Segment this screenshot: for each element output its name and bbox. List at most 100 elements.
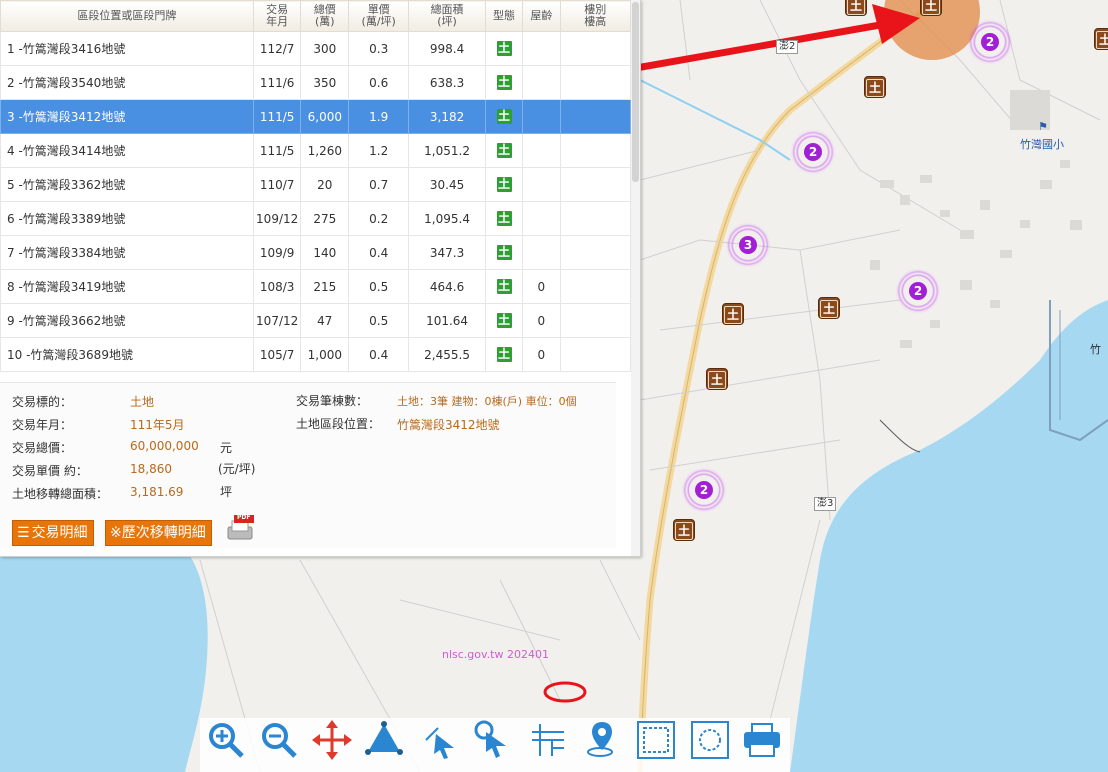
table-row[interactable]: 10 -竹篙灣段3689地號 105/7 1,000 0.4 2,455.5 土 0 — [0, 337, 631, 372]
cell-date: 108/3 — [252, 269, 302, 304]
col-header-address[interactable]: 區段位置或區段門牌 — [0, 0, 254, 32]
detail-label-total: 交易總價： — [12, 441, 73, 455]
land-type-icon[interactable]: 土 — [496, 245, 512, 260]
pan-icon[interactable] — [310, 718, 354, 762]
land-type-icon[interactable]: 土 — [496, 347, 512, 362]
school-icon: ⚑ — [1038, 120, 1048, 133]
table-row[interactable]: 1 -竹篙灣段3416地號 112/7 300 0.3 998.4 土 — [0, 31, 631, 66]
land-type-icon[interactable]: 土 — [496, 143, 512, 158]
cell-address: 2 -竹篙灣段3540地號 — [0, 65, 254, 100]
poi-marker[interactable]: 土 — [845, 0, 867, 16]
cell-type: 土 — [484, 303, 524, 338]
col-header-total[interactable]: 總價 (萬) — [300, 0, 350, 32]
pdf-print-icon[interactable]: PDF — [226, 513, 256, 543]
full-extent-icon[interactable] — [688, 718, 732, 762]
poi-glyph: 土 — [866, 79, 884, 97]
poi-glyph: 土 — [922, 0, 940, 15]
print-icon[interactable] — [740, 718, 784, 762]
road-label: 澎3 — [814, 497, 837, 511]
land-type-icon[interactable]: 土 — [496, 177, 512, 192]
detail-value-area: 3,181.69 — [130, 485, 184, 499]
land-type-icon[interactable]: 土 — [496, 211, 512, 226]
col-header-type[interactable]: 型態 — [484, 0, 524, 32]
transaction-panel: 區段位置或區段門牌 交易 年月 總價 (萬) 單價 (萬/坪) 總面積 (坪) 型態 屋… — [0, 0, 641, 557]
table-row[interactable]: 3 -竹篙灣段3412地號 111/5 6,000 1.9 3,182 土 — [0, 99, 631, 134]
cell-address: 10 -竹篙灣段3689地號 — [0, 337, 254, 372]
cluster-marker[interactable]: 2 — [968, 20, 1012, 64]
parcel-icon[interactable] — [526, 718, 570, 762]
transaction-detail-button[interactable]: ☰ 交易明細 — [12, 520, 94, 546]
identify-icon[interactable] — [472, 718, 516, 762]
zoom-in-icon[interactable] — [204, 718, 248, 762]
cell-floor — [559, 337, 631, 372]
cell-date: 110/7 — [252, 167, 302, 202]
cell-area: 1,051.2 — [408, 133, 486, 168]
poi-marker[interactable]: 土 — [722, 303, 744, 325]
cell-total: 215 — [300, 269, 350, 304]
land-type-icon[interactable]: 土 — [496, 109, 512, 124]
select-icon[interactable] — [418, 718, 462, 762]
cell-total: 350 — [300, 65, 350, 100]
detail-label-date: 交易年月： — [12, 418, 73, 432]
cell-floor — [559, 201, 631, 236]
cell-total: 47 — [300, 303, 350, 338]
table-row[interactable]: 8 -竹篙灣段3419地號 108/3 215 0.5 464.6 土 0 — [0, 269, 631, 304]
land-type-icon[interactable]: 土 — [496, 279, 512, 294]
table-row[interactable]: 6 -竹篙灣段3389地號 109/12 275 0.2 1,095.4 土 — [0, 201, 631, 236]
table-row[interactable]: 4 -竹篙灣段3414地號 111/5 1,260 1.2 1,051.2 土 — [0, 133, 631, 168]
col-header-date[interactable]: 交易 年月 — [252, 0, 302, 32]
poi-marker-selected[interactable]: 土 — [920, 0, 942, 16]
map-watermark: nlsc.gov.tw 202401 — [442, 648, 549, 661]
detail-label-count: 交易筆棟數： — [296, 394, 369, 408]
poi-marker[interactable]: 土 — [673, 519, 695, 541]
poi-marker[interactable]: 土 — [706, 368, 728, 390]
map-toolbar — [200, 718, 790, 772]
table-row[interactable]: 9 -竹篙灣段3662地號 107/12 47 0.5 101.64 土 0 — [0, 303, 631, 338]
cell-type: 土 — [484, 65, 524, 100]
cell-unit-price: 0.2 — [348, 201, 410, 236]
cluster-marker[interactable]: 3 — [726, 223, 770, 267]
land-type-icon[interactable]: 土 — [496, 313, 512, 328]
cluster-count: 3 — [739, 236, 757, 254]
cluster-marker[interactable]: 2 — [896, 269, 940, 313]
poi-marker[interactable]: 土 — [864, 76, 886, 98]
cell-unit-price: 0.5 — [348, 303, 410, 338]
locate-icon[interactable] — [580, 718, 624, 762]
poi-glyph: 土 — [708, 371, 726, 389]
poi-glyph: 土 — [724, 306, 742, 324]
detail-label-target: 交易標的： — [12, 395, 73, 409]
measure-area-icon[interactable] — [364, 718, 408, 762]
cell-date: 111/6 — [252, 65, 302, 100]
table-row[interactable]: 7 -竹篙灣段3384地號 109/9 140 0.4 347.3 土 — [0, 235, 631, 270]
cell-age: 0 — [522, 337, 561, 372]
cell-type: 土 — [484, 167, 524, 202]
detail-value-location: 竹篙灣段3412地號 — [397, 418, 500, 432]
transaction-table: 區段位置或區段門牌 交易 年月 總價 (萬) 單價 (萬/坪) 總面積 (坪) 型態 屋… — [0, 0, 631, 372]
transfer-history-button[interactable]: ※歷次移轉明細 — [105, 520, 212, 546]
poi-marker[interactable]: 土 — [818, 297, 840, 319]
land-type-icon[interactable]: 土 — [496, 75, 512, 90]
detail-label-unit-price: 交易單價 約： — [12, 464, 88, 478]
poi-marker[interactable]: 土 — [1094, 28, 1108, 50]
poi-glyph: 土 — [675, 522, 693, 540]
cell-floor — [559, 303, 631, 338]
col-header-floor[interactable]: 樓別 樓高 — [559, 0, 631, 32]
detail-unit-unit-price: (元/坪) — [218, 462, 256, 476]
table-row[interactable]: 5 -竹篙灣段3362地號 110/7 20 0.7 30.45 土 — [0, 167, 631, 202]
zoom-out-icon[interactable] — [257, 718, 301, 762]
transaction-details: 交易標的： 土地 交易年月： 111年5月 交易總價： 60,000,000 元… — [0, 382, 616, 548]
extent-icon[interactable] — [634, 718, 678, 762]
cell-unit-price: 0.7 — [348, 167, 410, 202]
table-row[interactable]: 2 -竹篙灣段3540地號 111/6 350 0.6 638.3 土 — [0, 65, 631, 100]
cell-date: 107/12 — [252, 303, 302, 338]
panel-scrollbar-thumb[interactable] — [632, 2, 639, 182]
col-header-unit-price[interactable]: 單價 (萬/坪) — [348, 0, 410, 32]
col-header-area[interactable]: 總面積 (坪) — [408, 0, 486, 32]
cluster-marker[interactable]: 2 — [791, 130, 835, 174]
col-header-age[interactable]: 屋齡 — [522, 0, 561, 32]
cluster-count: 2 — [909, 282, 927, 300]
land-type-icon[interactable]: 土 — [496, 41, 512, 56]
cell-area: 1,095.4 — [408, 201, 486, 236]
cluster-marker[interactable]: 2 — [682, 468, 726, 512]
poi-glyph: 土 — [820, 300, 838, 318]
